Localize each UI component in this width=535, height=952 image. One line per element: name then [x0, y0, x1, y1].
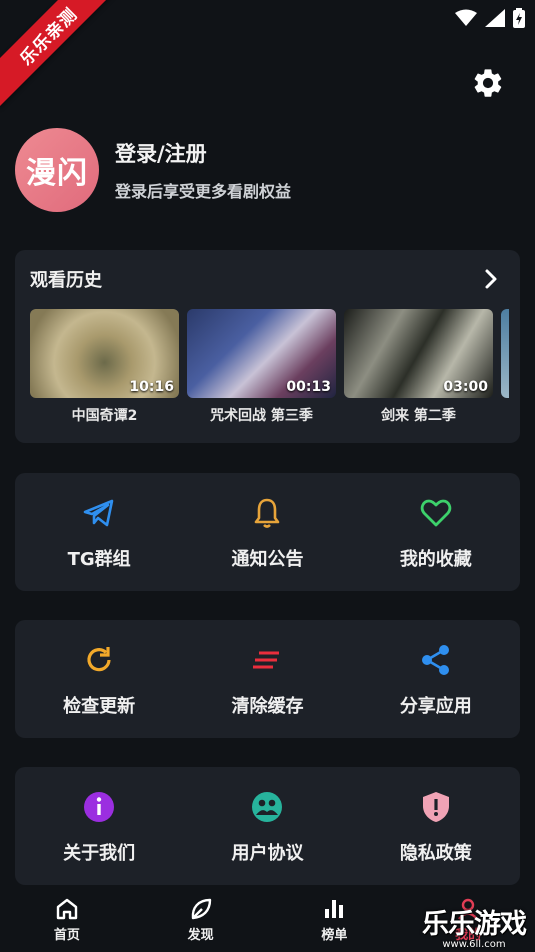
grid-label: 隐私政策	[399, 843, 472, 864]
watermark-text: 乐乐游戏	[422, 909, 527, 940]
group-icon	[252, 792, 283, 822]
grid-label: 检查更新	[63, 696, 136, 717]
watch-history-card: 观看历史 10:16 中国奇谭2 00:13 咒术回战 第三季 03:00 剑来…	[15, 250, 520, 443]
about-us-button[interactable]: 关于我们	[15, 767, 183, 885]
nav-label: 首页	[53, 928, 80, 943]
bar-chart-icon	[325, 900, 344, 918]
grid-label: 分享应用	[399, 696, 472, 717]
video-thumbnail: 10:16	[30, 309, 179, 398]
battery-icon	[513, 8, 525, 28]
clear-lines-icon	[253, 651, 280, 669]
video-duration: 00:13	[286, 379, 331, 395]
favorites-button[interactable]: 我的收藏	[352, 473, 520, 591]
gear-icon[interactable]	[471, 66, 505, 100]
grid-label: 关于我们	[63, 843, 136, 864]
watermark-url: www.6ll.com	[442, 939, 506, 950]
heart-icon	[420, 499, 451, 527]
shortcut-card-3: 关于我们 用户协议 隐私政策	[15, 767, 520, 885]
notice-button[interactable]: 通知公告	[183, 473, 351, 591]
history-item[interactable]: 03:00 剑来 第二季	[344, 309, 493, 425]
share-icon	[421, 645, 449, 675]
history-item[interactable]: 10:16 中国奇谭2	[30, 309, 179, 425]
chevron-right-icon[interactable]	[482, 268, 500, 290]
info-icon	[84, 792, 115, 822]
user-agreement-button[interactable]: 用户协议	[183, 767, 351, 885]
history-item[interactable]: 00:13 咒术回战 第三季	[187, 309, 336, 425]
avatar: 漫闪	[15, 128, 99, 212]
leaf-icon	[191, 898, 211, 920]
video-thumbnail[interactable]	[501, 309, 509, 398]
telegram-icon	[83, 499, 114, 527]
grid-label: 用户协议	[231, 843, 304, 864]
nav-ranking[interactable]: 榜单	[268, 888, 402, 952]
login-title: 登录/注册	[115, 142, 207, 166]
privacy-policy-button[interactable]: 隐私政策	[352, 767, 520, 885]
video-thumbnail: 00:13	[187, 309, 336, 398]
login-profile[interactable]: 漫闪 登录/注册 登录后享受更多看剧权益	[15, 128, 291, 212]
nav-label: 发现	[187, 928, 214, 943]
shortcut-card-2: 检查更新 清除缓存 分享应用	[15, 620, 520, 738]
clear-cache-button[interactable]: 清除缓存	[183, 620, 351, 738]
shortcut-card-1: TG群组 通知公告 我的收藏	[15, 473, 520, 591]
video-title: 剑来 第二季	[381, 408, 456, 424]
grid-label: 我的收藏	[399, 549, 472, 570]
tg-group-button[interactable]: TG群组	[15, 473, 183, 591]
share-app-button[interactable]: 分享应用	[352, 620, 520, 738]
site-watermark: 乐乐游戏 www.6ll.com	[415, 900, 533, 952]
video-title: 中国奇谭2	[71, 408, 138, 424]
grid-label: 通知公告	[231, 549, 304, 570]
video-duration: 03:00	[443, 379, 488, 395]
wifi-icon	[455, 9, 477, 26]
signal-icon	[485, 9, 505, 27]
video-title: 咒术回战 第三季	[210, 408, 313, 424]
bell-icon	[255, 498, 280, 528]
check-update-button[interactable]: 检查更新	[15, 620, 183, 738]
nav-home[interactable]: 首页	[0, 888, 134, 952]
home-icon	[56, 898, 78, 920]
grid-label: TG群组	[67, 549, 131, 570]
nav-label: 榜单	[321, 928, 348, 943]
refresh-icon	[87, 647, 111, 672]
nav-discover[interactable]: 发现	[134, 888, 268, 952]
history-header: 观看历史	[30, 270, 102, 291]
video-duration: 10:16	[129, 379, 174, 395]
shield-icon	[422, 792, 449, 822]
login-subtitle: 登录后享受更多看剧权益	[115, 182, 292, 201]
grid-label: 清除缓存	[231, 696, 304, 717]
bottom-nav: 首页 发现 榜单 我的 乐乐游戏 www.6ll.com	[0, 888, 535, 952]
video-thumbnail: 03:00	[344, 309, 493, 398]
